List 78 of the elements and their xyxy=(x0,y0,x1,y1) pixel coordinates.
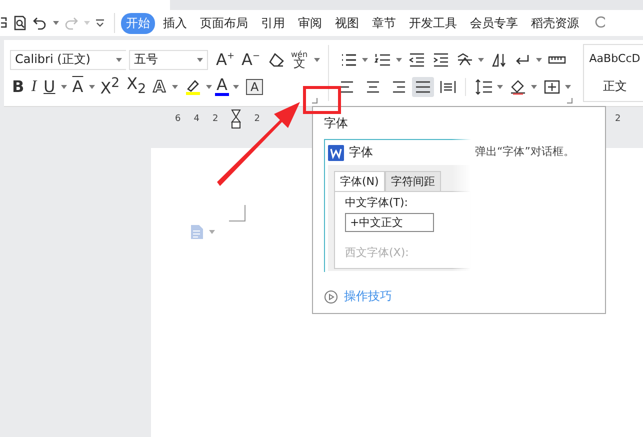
dialog-launcher-icon[interactable] xyxy=(312,98,318,104)
indent-marker-icon[interactable] xyxy=(231,109,242,129)
app-logo-icon xyxy=(328,144,344,160)
borders-icon[interactable] xyxy=(542,78,561,94)
ribbon-tab[interactable]: 审阅 xyxy=(293,12,327,34)
ruler-number: 4 xyxy=(194,114,200,124)
caret-icon[interactable] xyxy=(172,84,178,88)
outline-button[interactable]: A xyxy=(151,78,168,94)
align-center-icon xyxy=(364,80,381,94)
ribbon-tab[interactable]: 会员专享 xyxy=(465,12,523,34)
tooltip-description: 弹出“字体”对话框。 xyxy=(475,144,574,160)
ruler-number: 2 xyxy=(615,114,621,124)
caret-icon xyxy=(197,58,203,62)
caret-icon[interactable] xyxy=(53,21,59,25)
caret-icon[interactable] xyxy=(61,84,68,88)
caret-icon[interactable] xyxy=(496,84,503,88)
character-border-button[interactable]: A xyxy=(246,78,263,94)
font-input-field: +中文正文 xyxy=(345,213,434,232)
caret-icon xyxy=(116,58,122,62)
ribbon-tab[interactable]: 页面布局 xyxy=(195,12,253,34)
margin-corner-icon xyxy=(229,205,247,223)
dialog-launcher-icon[interactable] xyxy=(567,98,573,104)
caret-icon[interactable] xyxy=(536,58,542,62)
align-justify-icon xyxy=(414,80,431,94)
bullets-icon[interactable] xyxy=(340,52,358,68)
highlighter-icon[interactable] xyxy=(184,78,202,96)
font-family-dropdown[interactable]: Calibri (正文) xyxy=(10,50,126,70)
ribbon-tab[interactable]: 视图 xyxy=(330,12,364,34)
style-gallery-item[interactable]: AaBbCcD 正文 xyxy=(582,44,643,102)
ruler-number: 6 xyxy=(175,114,181,124)
italic-button[interactable]: I xyxy=(29,78,39,94)
caret-icon[interactable] xyxy=(362,58,368,62)
font-size-dropdown[interactable]: 五号 xyxy=(129,50,208,70)
caret-icon[interactable] xyxy=(206,84,212,88)
underline-button[interactable]: U xyxy=(42,78,58,94)
script-button[interactable]: X$_{2}$ xyxy=(124,76,148,97)
align-distribute-icon xyxy=(440,80,456,94)
script-button[interactable]: X$^{2}$ xyxy=(98,76,122,96)
strike-button[interactable]: A xyxy=(70,78,86,94)
field-label: 西文字体(X): xyxy=(345,245,410,260)
align-justify-button[interactable] xyxy=(412,76,434,96)
ruler-number: 2 xyxy=(254,114,260,124)
tooltip-title: 字体 xyxy=(324,115,348,132)
ribbon-tab[interactable]: 章节 xyxy=(367,12,401,34)
layout-icon[interactable] xyxy=(456,52,474,68)
indent-icon[interactable] xyxy=(432,52,450,68)
grow-font-button[interactable]: A$^{+}$ xyxy=(214,52,236,68)
spacing-icon[interactable] xyxy=(474,78,493,94)
play-icon xyxy=(324,290,338,304)
caret-icon[interactable] xyxy=(89,84,96,88)
tips-link[interactable]: 操作技巧 xyxy=(344,288,392,305)
ribbon-tab[interactable]: 插入 xyxy=(158,12,192,34)
caret-icon[interactable] xyxy=(530,84,537,88)
ribbon-tab[interactable]: 稻壳资源 xyxy=(526,12,584,34)
shrink-font-button[interactable]: A$^{−}$ xyxy=(240,52,262,68)
caret-icon[interactable] xyxy=(396,58,402,62)
direction-icon[interactable] xyxy=(490,52,508,68)
eraser-icon[interactable] xyxy=(268,52,286,68)
undo-icon[interactable] xyxy=(32,15,48,31)
annotation-highlight-box xyxy=(303,86,341,114)
ruler-number: 2 xyxy=(212,114,218,124)
phonetic-guide-button[interactable]: wén 文 xyxy=(289,50,310,68)
numbering-icon[interactable] xyxy=(374,52,392,68)
caret-icon[interactable] xyxy=(233,84,240,88)
customize-icon[interactable] xyxy=(94,17,106,29)
print-preview-icon[interactable] xyxy=(12,15,28,31)
caret-icon[interactable] xyxy=(314,58,320,62)
outdent-icon[interactable] xyxy=(408,52,426,68)
font-color-button[interactable]: A xyxy=(214,77,230,96)
align-left-icon xyxy=(340,80,356,94)
dialog-title: 字体 xyxy=(349,144,373,161)
field-label: 中文字体(T): xyxy=(345,195,410,210)
ribbon-tab[interactable]: 引用 xyxy=(256,12,290,34)
shading-icon[interactable] xyxy=(508,78,527,94)
bold-button[interactable]: B xyxy=(10,78,26,94)
ribbon-tab[interactable]: 开发工具 xyxy=(404,12,462,34)
caret-icon[interactable] xyxy=(564,84,571,88)
caret-icon[interactable] xyxy=(478,58,484,62)
